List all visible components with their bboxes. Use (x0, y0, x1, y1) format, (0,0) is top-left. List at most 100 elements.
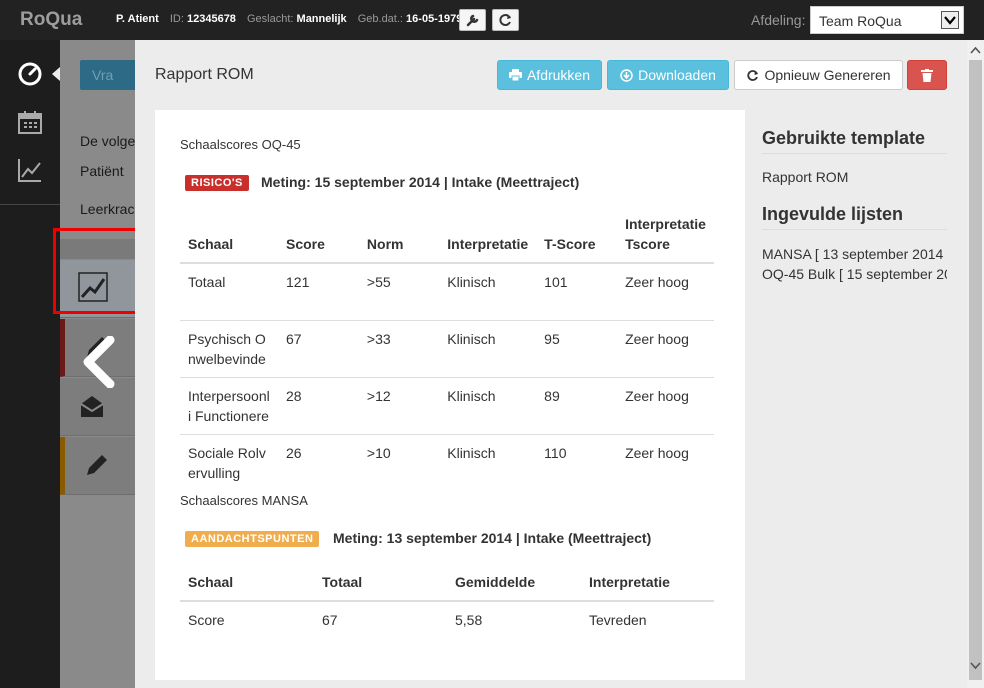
table-cell: 101 (536, 262, 618, 321)
nav-divider (0, 204, 60, 205)
table-cell: Tevreden (581, 600, 714, 638)
dob-label: Geb.dat.: (357, 13, 403, 25)
cell-text: 26 (286, 445, 302, 461)
table-cell: Score (180, 600, 314, 638)
cell-text: Totaal (188, 274, 226, 290)
cell-text: 28 (286, 388, 302, 404)
report-document: Schaalscores OQ-45 RISICO'S Meting: 15 s… (155, 110, 745, 680)
refresh-patient-button[interactable] (492, 9, 519, 31)
line-chart-icon[interactable] (16, 156, 44, 184)
table-cell: 28 (278, 377, 359, 435)
table-cell: 26 (278, 434, 359, 491)
table-cell: Klinisch (439, 434, 537, 491)
column-header: Schaal (180, 206, 278, 264)
download-button[interactable]: Downloaden (607, 60, 729, 90)
table-cell: 89 (536, 377, 618, 435)
dob-value: 16-05-1979 (406, 13, 463, 25)
refresh-icon (499, 14, 511, 26)
table-cell: >12 (358, 377, 440, 435)
cell-text: 110 (544, 445, 567, 461)
lists-heading: Ingevulde lijsten (762, 204, 947, 230)
print-button-label: Afdrukken (526, 67, 591, 83)
left-sidebar (0, 40, 60, 688)
column-header: Gemiddelde (447, 564, 581, 602)
chevron-left-icon[interactable] (78, 336, 118, 388)
download-icon (620, 68, 633, 82)
regenerate-button-label: Opnieuw Genereren (764, 67, 891, 83)
table-row: Interpersoonli Functioneren 28 >12 Klinisch… (180, 377, 714, 435)
print-button[interactable]: Afdrukken (497, 60, 602, 90)
attention-badge: AANDACHTSPUNTEN (185, 531, 320, 547)
brand-logo[interactable]: RoQua (20, 9, 82, 31)
table-cell: Sociale Rolvervulling (180, 434, 278, 491)
template-heading: Gebruikte template (762, 128, 947, 154)
table-cell: Klinisch (439, 377, 537, 435)
list-item[interactable]: MANSA [ 13 september 2014 (762, 244, 947, 264)
gender-value: Mannelijk (296, 13, 347, 25)
cell-text: Klinisch (447, 331, 496, 347)
table-cell: Klinisch (439, 320, 537, 378)
list-item[interactable]: OQ-45 Bulk [ 15 september 20 (762, 264, 947, 284)
table-cell: Psychisch Onwelbevinde (180, 320, 278, 378)
cell-text: Sociale Rolvervulling (188, 445, 266, 481)
table-cell: 121 (278, 262, 359, 321)
oq45-table: Schaal Score Norm Interpretatie T-Score Inter… (180, 206, 714, 491)
mansa-table: Schaal Totaal Gemiddelde Interpretatie Scor… (180, 564, 714, 638)
table-cell: 67 (314, 600, 447, 638)
cell-text: Score (188, 612, 225, 628)
template-value: Rapport ROM (762, 169, 849, 185)
column-header: Norm (358, 206, 440, 264)
scrollbar[interactable] (967, 40, 984, 688)
background-text-3: Leerkrac (80, 201, 135, 217)
report-modal: Rapport ROM Afdrukken Downloaden Opnieuw… (135, 40, 967, 688)
column-header: Interpretatie (581, 564, 714, 602)
cell-text: Klinisch (447, 388, 496, 404)
edit-patient-button[interactable] (459, 9, 486, 31)
scroll-down-icon[interactable] (970, 660, 981, 671)
table-header-row: Schaal Totaal Gemiddelde Interpretatie (180, 564, 714, 602)
risk-badge: RISICO'S (185, 175, 249, 191)
envelope-icon (80, 396, 104, 417)
cell-text: 67 (286, 331, 302, 347)
background-text-1: De volge (80, 133, 136, 149)
table-cell: Zeer hoog (617, 320, 714, 378)
modal-title: Rapport ROM (155, 66, 254, 83)
print-icon (508, 69, 522, 81)
background-list-item (60, 437, 140, 495)
filled-lists: MANSA [ 13 september 2014 OQ-45 Bulk [ 1… (762, 244, 947, 284)
table-cell: Interpersoonli Functioneren (180, 377, 278, 435)
cell-text: Interpersoonli Functioneren (188, 388, 270, 424)
cell-text: Klinisch (447, 274, 496, 290)
cell-text: Psychisch Onwelbevinde (188, 331, 266, 367)
regenerate-button[interactable]: Opnieuw Genereren (734, 60, 903, 90)
scroll-thumb[interactable] (969, 60, 982, 680)
scroll-up-icon[interactable] (970, 45, 981, 56)
cell-text: Zeer hoog (625, 331, 689, 347)
refresh-icon (747, 69, 759, 81)
table-cell: Klinisch (439, 262, 537, 321)
table-row: Sociale Rolvervulling 26 >10 Klinisch 110 Zee… (180, 434, 714, 491)
delete-button[interactable] (907, 60, 947, 90)
table-cell: 5,58 (447, 600, 581, 638)
cell-text: >12 (366, 388, 391, 404)
table-cell: Zeer hoog (617, 434, 714, 491)
table-cell: >10 (358, 434, 440, 491)
table-cell: 67 (278, 320, 359, 378)
patient-name: P. Atient (116, 13, 159, 25)
background-button-label: Vra (92, 67, 114, 83)
dashboard-gauge-icon[interactable] (16, 60, 44, 88)
table-row: Score 67 5,58 Tevreden (180, 600, 714, 638)
section-title-oq45: Schaalscores OQ-45 (180, 137, 301, 152)
wrench-icon (466, 14, 479, 27)
cell-text: 121 (286, 274, 310, 290)
calendar-icon[interactable] (16, 108, 44, 136)
table-cell: >55 (358, 262, 440, 321)
id-label: ID: (169, 13, 184, 25)
background-text-2: Patiënt (80, 163, 124, 179)
table-cell: Totaal (180, 262, 278, 321)
active-indicator-icon (52, 67, 60, 81)
column-header: T-Score (536, 206, 618, 264)
department-select[interactable]: Team RoQua (810, 6, 964, 34)
cell-text: Zeer hoog (625, 388, 689, 404)
cell-text: >10 (366, 445, 391, 461)
